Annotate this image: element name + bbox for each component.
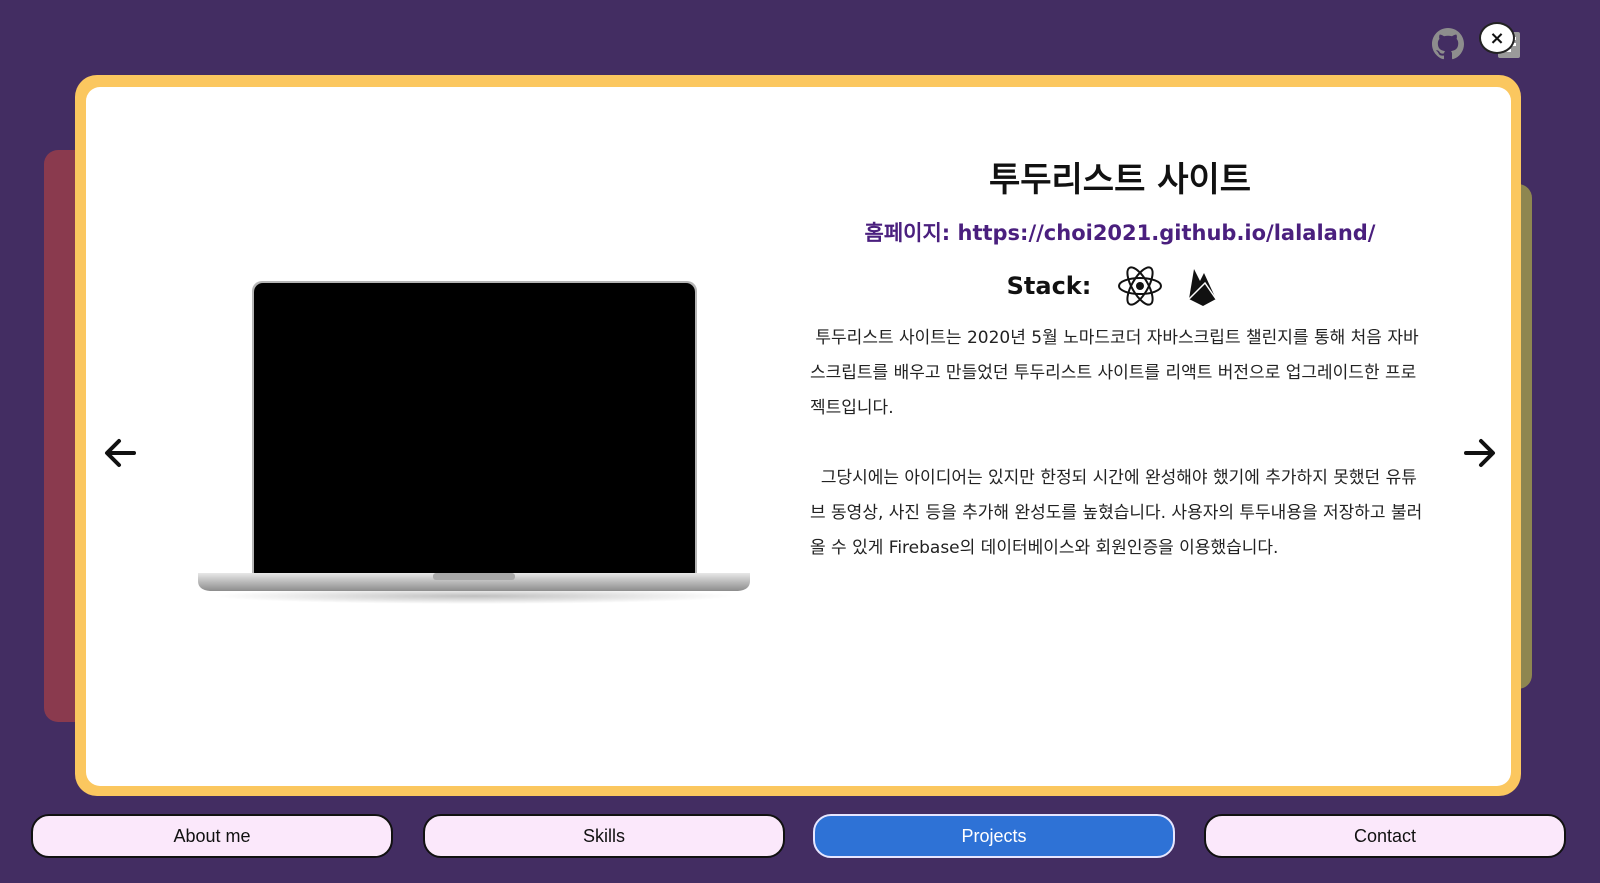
project-title: 투두리스트 사이트	[988, 160, 1252, 200]
firebase-icon	[1188, 269, 1217, 306]
close-button[interactable]: ×	[1479, 22, 1515, 54]
stack-row: Stack:	[810, 261, 1430, 311]
react-icon	[1118, 266, 1163, 306]
laptop-preview-image	[198, 281, 750, 606]
next-project-button[interactable]	[1460, 433, 1500, 473]
project-description: 투두리스트 사이트는 2020년 5월 노마드코더 자바스크립트 챌린지를 통해…	[810, 328, 1423, 558]
arrow-left-icon	[105, 439, 136, 467]
stack-label: Stack:	[1006, 272, 1092, 300]
close-icon: ×	[1489, 27, 1505, 49]
prev-project-button[interactable]	[100, 433, 140, 473]
nav-skills-button[interactable]: Skills	[423, 814, 785, 858]
project-info: 투두리스트 사이트 홈페이지: https://choi2021.github.…	[810, 155, 1430, 566]
homepage-link[interactable]: https://choi2021.github.io/lalaland/	[958, 221, 1376, 245]
github-icon[interactable]	[1432, 28, 1464, 60]
arrow-right-icon	[1464, 439, 1495, 467]
nav-about-me-button[interactable]: About me	[31, 814, 393, 858]
nav-contact-button[interactable]: Contact	[1204, 814, 1566, 858]
nav-projects-button[interactable]: Projects	[813, 814, 1175, 858]
homepage-row: 홈페이지: https://choi2021.github.io/lalalan…	[810, 217, 1430, 249]
homepage-label: 홈페이지:	[864, 221, 951, 245]
